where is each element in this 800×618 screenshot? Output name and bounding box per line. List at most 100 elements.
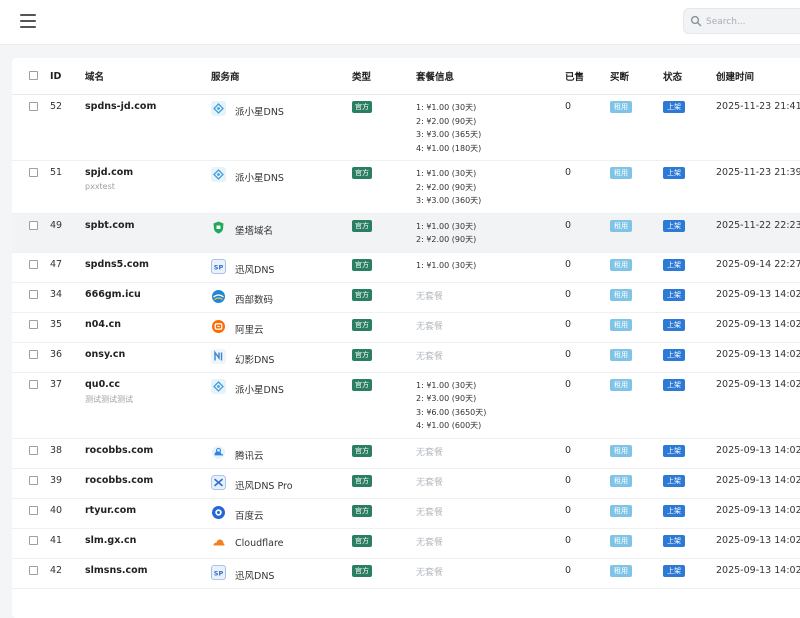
status-badge[interactable]: 上架: [663, 378, 685, 391]
buyout-badge[interactable]: 租用: [610, 258, 632, 271]
table-row[interactable]: 47 spdns5.com SP 迅风DNS 官方 1: ¥1.00 (30天) 0 租用 上架…: [12, 252, 800, 283]
row-checkbox[interactable]: [29, 475, 38, 485]
column-header-sold[interactable]: 已售: [565, 58, 610, 95]
hamburger-menu-icon[interactable]: [20, 14, 36, 28]
domain-name[interactable]: spjd.com: [85, 167, 211, 178]
buyout-badge[interactable]: 租用: [610, 348, 632, 361]
provider-name: Cloudflare: [235, 537, 284, 549]
domain-name[interactable]: spbt.com: [85, 220, 211, 231]
row-checkbox[interactable]: [29, 259, 38, 269]
status-badge[interactable]: 上架: [663, 474, 685, 487]
status-badge[interactable]: 上架: [663, 167, 685, 179]
sold-count: 0: [565, 558, 610, 589]
table-row[interactable]: 52 spdns-jd.com 派小星DNS 官方 1: ¥1.00 (30天) 2: ¥…: [12, 94, 800, 161]
plan-line: 4: ¥1.00 (180天): [416, 143, 482, 153]
row-id: 36: [50, 342, 85, 373]
column-header-provider[interactable]: 服务商: [211, 58, 352, 95]
row-checkbox[interactable]: [29, 319, 38, 329]
type-badge: 官方: [352, 318, 372, 331]
buyout-badge[interactable]: 租用: [610, 167, 632, 179]
type-badge: 官方: [352, 288, 372, 301]
created-time: 2025-09-13 14:02: [716, 474, 800, 486]
status-badge[interactable]: 上架: [663, 318, 685, 331]
domain-name[interactable]: spdns-jd.com: [85, 101, 211, 112]
buyout-badge[interactable]: 租用: [610, 318, 632, 331]
column-header-type[interactable]: 类型: [352, 58, 416, 95]
row-checkbox[interactable]: [29, 565, 38, 575]
status-badge[interactable]: 上架: [663, 534, 685, 547]
row-checkbox[interactable]: [29, 535, 38, 545]
status-badge[interactable]: 上架: [663, 219, 685, 232]
table-row[interactable]: 35 n04.cn 阿里云 官方 无套餐 0 租用 上架 2025-09-13 14:02: [12, 312, 800, 343]
created-time: 2025-11-23 21:41: [716, 101, 800, 112]
row-id: 37: [50, 372, 85, 439]
provider-name: 西部数码: [235, 294, 274, 306]
row-checkbox[interactable]: [29, 445, 38, 455]
domain-name[interactable]: slmsns.com: [85, 565, 211, 576]
buyout-badge[interactable]: 租用: [610, 219, 632, 232]
status-badge[interactable]: 上架: [663, 288, 685, 301]
domain-name[interactable]: qu0.cc: [85, 379, 211, 390]
buyout-badge[interactable]: 租用: [610, 444, 632, 457]
row-checkbox[interactable]: [29, 220, 38, 230]
select-all-checkbox[interactable]: [29, 70, 38, 80]
status-badge[interactable]: 上架: [663, 348, 685, 361]
buyout-badge[interactable]: 租用: [610, 564, 632, 577]
created-time: 2025-09-13 14:02: [716, 504, 800, 516]
plan-info: 无套餐: [416, 498, 565, 529]
status-badge[interactable]: 上架: [663, 101, 685, 113]
column-header-id[interactable]: ID: [50, 58, 85, 95]
row-id: 35: [50, 312, 85, 343]
domain-name[interactable]: onsy.cn: [85, 349, 211, 360]
search-box[interactable]: [683, 8, 800, 34]
row-checkbox[interactable]: [29, 379, 38, 389]
plan-line: 1: ¥1.00 (30天): [416, 169, 477, 178]
table-row[interactable]: 51 spjd.com pxxtest 派小星DNS 官方 1: ¥1.00 (30天) 2…: [12, 160, 800, 214]
table-row[interactable]: 42 slmsns.com SP 迅风DNS 官方 无套餐 0 租用 上架 2025-09-13 …: [12, 558, 800, 589]
row-checkbox[interactable]: [29, 102, 38, 111]
buyout-badge[interactable]: 租用: [610, 504, 632, 517]
table-row[interactable]: 39 rocobbs.com 迅风DNS Pro 官方 无套餐 0 租用 上架 2025-09-…: [12, 468, 800, 499]
row-checkbox[interactable]: [29, 505, 38, 515]
table-row[interactable]: 38 rocobbs.com 腾讯云 官方 无套餐 0 租用 上架 2025-09-13 14:…: [12, 438, 800, 469]
domain-name[interactable]: rocobbs.com: [85, 445, 211, 456]
row-checkbox[interactable]: [29, 289, 38, 299]
table-row[interactable]: 41 slm.gx.cn Cloudflare 官方 无套餐 0 租用 上架 2025-09-1…: [12, 528, 800, 559]
column-header-plans[interactable]: 套餐信息: [416, 58, 565, 95]
buyout-badge[interactable]: 租用: [610, 288, 632, 301]
baota-icon: [211, 220, 226, 235]
buyout-badge[interactable]: 租用: [610, 474, 632, 487]
cloudflare-icon: [211, 535, 226, 550]
buyout-badge[interactable]: 租用: [610, 101, 632, 113]
table-row[interactable]: 36 onsy.cn 幻影DNS 官方 无套餐 0 租用 上架 2025-09-13 14:02: [12, 342, 800, 373]
column-header-status[interactable]: 状态: [663, 58, 716, 95]
status-badge[interactable]: 上架: [663, 504, 685, 517]
provider-name: 幻影DNS: [235, 354, 275, 366]
table-row[interactable]: 37 qu0.cc 测试测试测试 派小星DNS 官方 1: ¥1.00 (30天) 2: ¥…: [12, 372, 800, 439]
status-badge[interactable]: 上架: [663, 258, 685, 271]
domain-name[interactable]: rocobbs.com: [85, 475, 211, 486]
buyout-badge[interactable]: 租用: [610, 378, 632, 391]
column-header-domain[interactable]: 域名: [85, 58, 211, 95]
status-badge[interactable]: 上架: [663, 564, 685, 577]
column-header-created[interactable]: 创建时间: [716, 58, 800, 95]
type-badge: 官方: [352, 504, 372, 517]
status-badge[interactable]: 上架: [663, 444, 685, 457]
row-checkbox[interactable]: [29, 349, 38, 359]
domain-name[interactable]: n04.cn: [85, 319, 211, 330]
type-badge: 官方: [352, 534, 372, 547]
table-row[interactable]: 49 spbt.com 堡塔域名 官方 1: ¥1.00 (30天) 2: ¥2.00 (…: [12, 213, 800, 253]
column-header-buyout[interactable]: 买断: [610, 58, 663, 95]
domain-name[interactable]: 666gm.icu: [85, 289, 211, 300]
domain-table: ID 域名 服务商 类型 套餐信息 已售 买断 状态 创建时间 52 spdns-…: [12, 58, 800, 589]
domain-name[interactable]: slm.gx.cn: [85, 535, 211, 546]
sold-count: 0: [565, 282, 610, 313]
domain-name[interactable]: rtyur.com: [85, 505, 211, 516]
row-checkbox[interactable]: [29, 168, 38, 177]
table-row[interactable]: 34 666gm.icu 西部数码 官方 无套餐 0 租用 上架 2025-09-13 14:0…: [12, 282, 800, 313]
table-body: 52 spdns-jd.com 派小星DNS 官方 1: ¥1.00 (30天) 2: ¥…: [12, 94, 800, 589]
search-input[interactable]: [704, 13, 800, 31]
table-row[interactable]: 40 rtyur.com 百度云 官方 无套餐 0 租用 上架 2025-09-13 14:02: [12, 498, 800, 529]
domain-name[interactable]: spdns5.com: [85, 259, 211, 270]
buyout-badge[interactable]: 租用: [610, 534, 632, 547]
